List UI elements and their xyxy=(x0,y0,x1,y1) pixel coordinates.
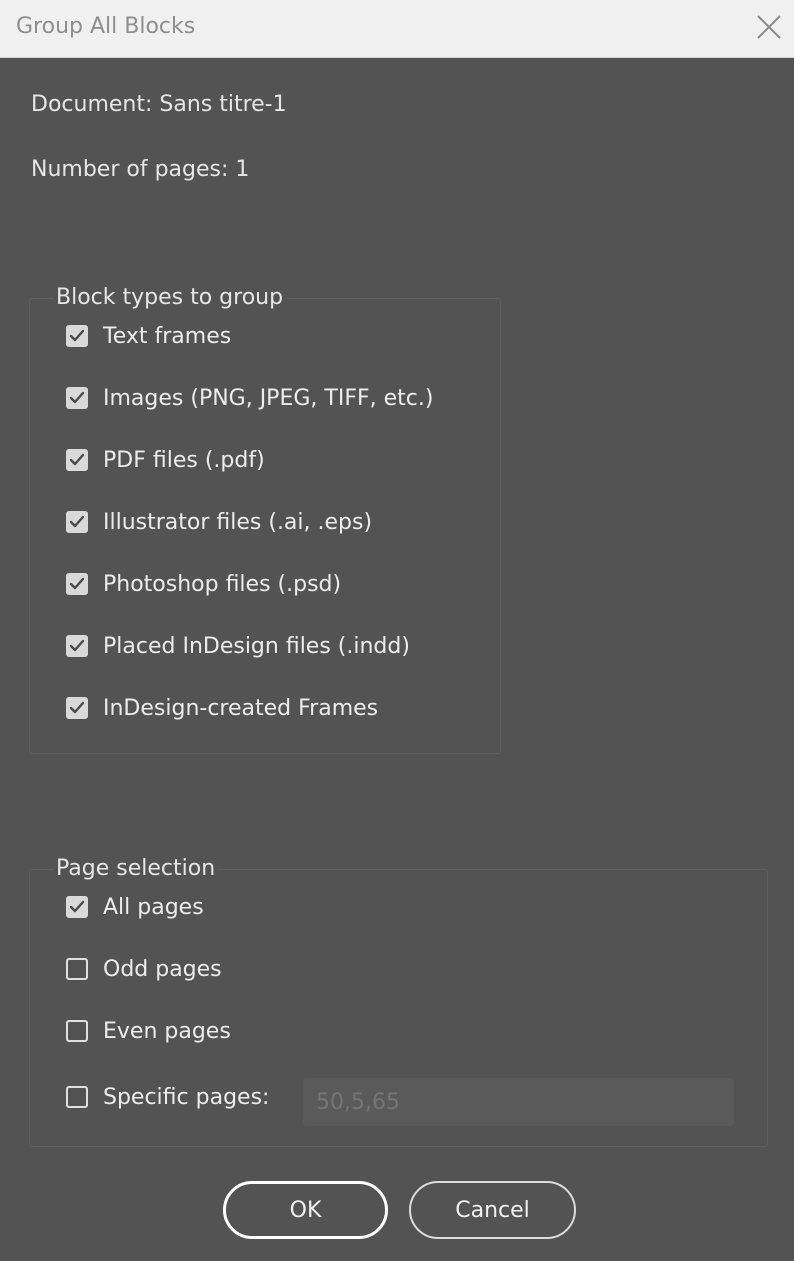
checkmark-icon xyxy=(69,577,85,590)
checkbox-indesign-created-frames[interactable]: InDesign-created Frames xyxy=(66,693,378,723)
block-types-legend: Block types to group xyxy=(54,285,286,310)
cancel-button[interactable]: Cancel xyxy=(409,1181,576,1239)
checkbox-all-pages[interactable]: All pages xyxy=(66,892,204,922)
checkbox-label: Placed InDesign files (.indd) xyxy=(103,633,410,659)
specific-pages-input[interactable] xyxy=(303,1078,734,1126)
checkmark-icon xyxy=(69,515,85,528)
checkbox-label: Illustrator files (.ai, .eps) xyxy=(103,509,373,535)
checkbox-unchecked[interactable] xyxy=(66,1086,88,1108)
window-title: Group All Blocks xyxy=(16,14,196,39)
checkmark-icon xyxy=(69,329,85,342)
checkbox-text-frames[interactable]: Text frames xyxy=(66,321,231,351)
checkmark-icon xyxy=(69,453,85,466)
close-button[interactable] xyxy=(744,4,794,48)
checkbox-unchecked[interactable] xyxy=(66,958,88,980)
document-name: Document: Sans titre-1 xyxy=(31,92,287,117)
checkbox-checked[interactable] xyxy=(66,896,88,918)
checkbox-label: Images (PNG, JPEG, TIFF, etc.) xyxy=(103,385,434,411)
checkbox-checked[interactable] xyxy=(66,387,88,409)
ok-button[interactable]: OK xyxy=(223,1181,388,1239)
checkbox-label: InDesign-created Frames xyxy=(103,695,379,721)
checkbox-label: Even pages xyxy=(103,1018,231,1044)
checkbox-label: Text frames xyxy=(103,323,232,349)
checkbox-pdf-files-pdf[interactable]: PDF files (.pdf) xyxy=(66,445,265,475)
checkbox-placed-indesign-files-indd[interactable]: Placed InDesign files (.indd) xyxy=(66,631,410,661)
checkbox-checked[interactable] xyxy=(66,449,88,471)
checkbox-odd-pages[interactable]: Odd pages xyxy=(66,954,222,984)
checkbox-checked[interactable] xyxy=(66,697,88,719)
checkbox-label: PDF files (.pdf) xyxy=(103,447,265,473)
checkmark-icon xyxy=(69,900,85,913)
checkbox-label: All pages xyxy=(103,894,204,920)
checkbox-label: Specific pages: xyxy=(103,1084,270,1110)
checkbox-checked[interactable] xyxy=(66,635,88,657)
number-of-pages: Number of pages: 1 xyxy=(31,157,250,182)
checkmark-icon xyxy=(69,639,85,652)
checkbox-even-pages[interactable]: Even pages xyxy=(66,1016,231,1046)
checkbox-label: Odd pages xyxy=(103,956,222,982)
checkbox-checked[interactable] xyxy=(66,573,88,595)
checkbox-checked[interactable] xyxy=(66,511,88,533)
checkbox-photoshop-files-psd[interactable]: Photoshop files (.psd) xyxy=(66,569,341,599)
checkbox-unchecked[interactable] xyxy=(66,1020,88,1042)
page-selection-legend: Page selection xyxy=(54,856,218,881)
checkbox-label: Photoshop files (.psd) xyxy=(103,571,342,597)
checkbox-illustrator-files-ai-eps[interactable]: Illustrator files (.ai, .eps) xyxy=(66,507,372,537)
checkmark-icon xyxy=(69,391,85,404)
checkbox-images-png-jpeg-tiff-etc[interactable]: Images (PNG, JPEG, TIFF, etc.) xyxy=(66,383,433,413)
checkmark-icon xyxy=(69,701,85,714)
close-icon xyxy=(757,15,781,39)
title-bar: Group All Blocks xyxy=(0,0,794,58)
checkbox-specific-pages[interactable]: Specific pages: xyxy=(66,1082,269,1112)
checkbox-checked[interactable] xyxy=(66,325,88,347)
